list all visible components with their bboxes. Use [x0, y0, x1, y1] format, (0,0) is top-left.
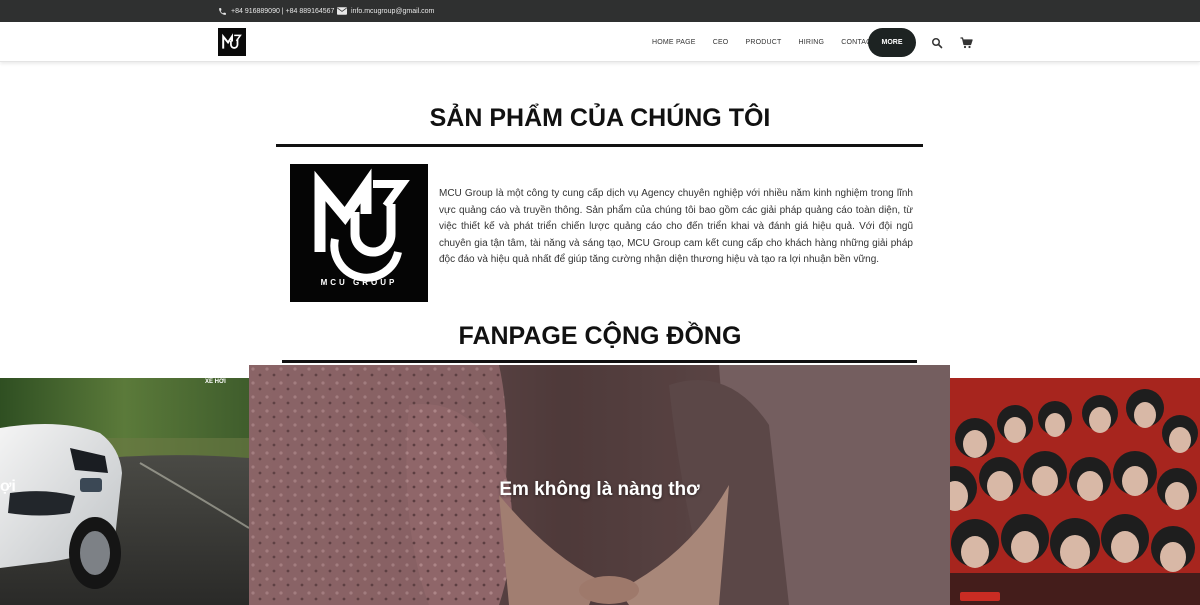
- slide-car-caption: ợi: [0, 478, 16, 495]
- products-title-rule: [276, 144, 923, 147]
- search-icon: [932, 38, 943, 49]
- nav-ceo[interactable]: CEO: [713, 39, 729, 46]
- phone-contact[interactable]: +84 916889090 | +84 889164567: [218, 0, 334, 22]
- slide-love-caption: Em không là nàng thơ: [499, 479, 700, 500]
- fanpage-slider[interactable]: XE HƠI ợi Em không là nàng thơ: [0, 365, 1200, 605]
- products-title: SẢN PHẨM CỦA CHÚNG TÔI: [429, 104, 771, 132]
- fanpage-title-rule: [282, 360, 917, 363]
- music-poster-photo: [915, 378, 1200, 605]
- mcu-group-logo: MCU GROUP: [290, 164, 428, 302]
- mcu-group-emblem: MCU GROUP: [314, 168, 410, 287]
- slide-music-page[interactable]: [915, 378, 1200, 605]
- products-description: MCU Group là một công ty cung cấp dịch v…: [439, 188, 913, 266]
- email-address: info.mcugroup@gmail.com: [351, 7, 435, 15]
- car-photo: [0, 378, 249, 605]
- slide-love-page[interactable]: Em không là nàng thơ: [249, 365, 950, 605]
- nav-hiring[interactable]: HIRING: [798, 39, 824, 46]
- phone-numbers: +84 916889090 | +84 889164567: [231, 7, 335, 15]
- site-header: HOME PAGE CEO PRODUCT HIRING CONTACT MOR…: [0, 22, 1200, 62]
- site-logo[interactable]: [218, 28, 246, 56]
- fanpage-title: FANPAGE CỘNG ĐỒNG: [458, 322, 742, 350]
- main-nav: HOME PAGE CEO PRODUCT HIRING CONTACT: [652, 22, 893, 62]
- search-button[interactable]: [931, 36, 943, 49]
- more-button[interactable]: MORE: [868, 28, 916, 57]
- phone-icon: [219, 7, 226, 15]
- cart-icon: [960, 37, 973, 49]
- mcu-logo-icon: [222, 33, 242, 49]
- email-contact[interactable]: info.mcugroup@gmail.com: [337, 0, 434, 22]
- nav-home-page[interactable]: HOME PAGE: [652, 39, 696, 46]
- envelope-icon: [337, 7, 347, 15]
- nav-product[interactable]: PRODUCT: [745, 39, 781, 46]
- cart-button[interactable]: [960, 36, 973, 49]
- slide-car-page[interactable]: XE HƠI ợi: [0, 378, 249, 605]
- logo-wordmark: MCU GROUP: [321, 278, 398, 287]
- slide-car-tag: XE HƠI: [205, 379, 226, 385]
- top-bar: +84 916889090 | +84 889164567 info.mcugr…: [0, 0, 1200, 22]
